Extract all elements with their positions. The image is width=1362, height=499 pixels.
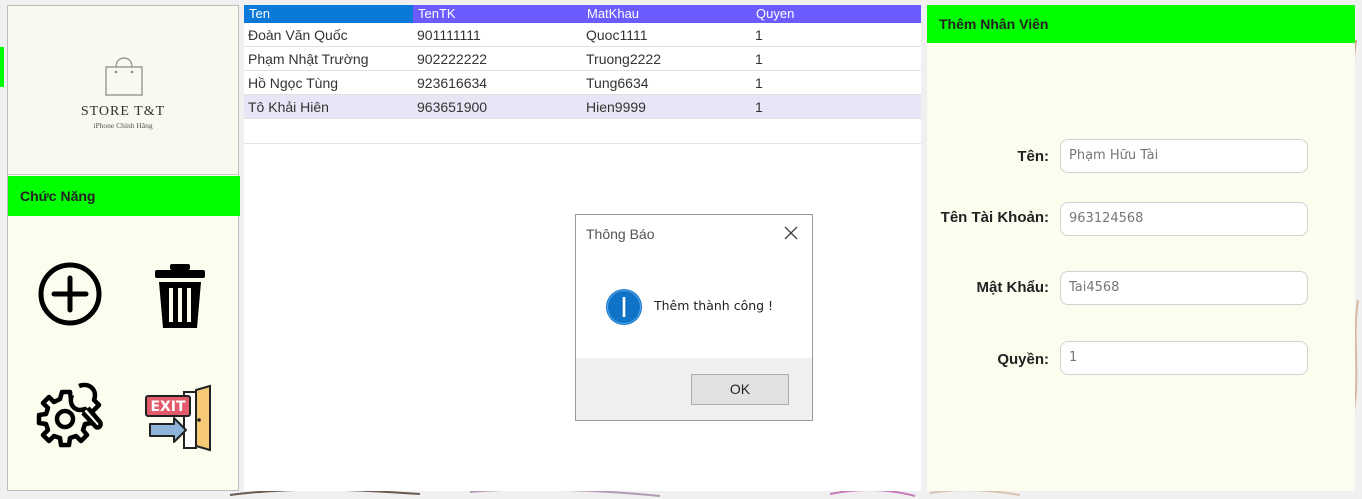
cell-tentk[interactable]: 901111111 (413, 23, 582, 47)
account-label: Tên Tài Khoản: (940, 209, 1049, 226)
cell-ten[interactable]: Tô Khải Hiên (244, 94, 413, 119)
table-row[interactable]: Phạm Nhật Trường 902222222 Truong2222 1 (244, 46, 921, 71)
role-input[interactable]: 1 (1060, 341, 1308, 375)
add-employee-header: Thêm Nhân Viên (927, 5, 1355, 43)
role-label: Quyền: (997, 351, 1049, 368)
grid-new-row[interactable] (244, 119, 921, 144)
close-icon (784, 226, 798, 240)
cell-tentk[interactable]: 902222222 (413, 46, 582, 71)
name-label: Tên: (1017, 148, 1049, 165)
cell-quyen[interactable]: 1 (751, 23, 921, 47)
dialog-footer: OK (576, 358, 812, 420)
delete-button[interactable] (142, 256, 218, 332)
cell-quyen[interactable]: 1 (751, 46, 921, 71)
store-subtitle: iPhone Chính Hãng (93, 121, 153, 130)
exit-door-icon: EXIT (145, 384, 211, 452)
left-panel: STORE T&T iPhone Chính Hãng Chức Năng EX… (7, 5, 240, 491)
cell-ten[interactable]: Phạm Nhật Trường (244, 46, 413, 71)
cell-matkhau[interactable]: Quoc1111 (582, 23, 751, 47)
store-title: STORE T&T (80, 104, 166, 119)
password-input[interactable]: Tai4568 (1060, 271, 1308, 305)
shopping-bag-icon (105, 57, 143, 96)
grid-header-row: Ten TenTK MatKhau Quyen (244, 5, 921, 23)
password-label: Mật Khẩu: (976, 279, 1050, 296)
add-button[interactable] (32, 256, 108, 332)
column-header-matkhau[interactable]: MatKhau (582, 5, 751, 23)
cell-tentk[interactable]: 963651900 (413, 94, 582, 119)
settings-button[interactable] (32, 378, 108, 454)
cell-tentk[interactable]: 923616634 (413, 70, 582, 95)
message-dialog: Thông Báo Thêm thành công ! OK (575, 214, 813, 421)
table-row[interactable]: Hồ Ngọc Tùng 923616634 Tung6634 1 (244, 70, 921, 95)
store-logo: STORE T&T iPhone Chính Hãng (8, 6, 238, 175)
settings-wrench-icon (36, 382, 103, 448)
column-header-ten[interactable]: Ten (244, 5, 413, 23)
svg-text:EXIT: EXIT (150, 399, 186, 415)
table-row-selected[interactable]: Tô Khải Hiên 963651900 Hien9999 1 (244, 94, 921, 119)
function-panel-header: Chức Năng (8, 176, 240, 216)
info-icon (606, 289, 642, 325)
cell-ten[interactable]: Đoàn Văn Quốc (244, 23, 413, 47)
close-button[interactable] (782, 224, 800, 242)
add-circle-icon (38, 262, 102, 326)
dialog-title: Thông Báo (586, 226, 655, 242)
cell-matkhau[interactable]: Hien9999 (582, 94, 751, 119)
column-header-tentk[interactable]: TenTK (413, 5, 582, 23)
cell-matkhau[interactable]: Tung6634 (582, 70, 751, 95)
cell-ten[interactable]: Hồ Ngọc Tùng (244, 70, 413, 95)
account-input[interactable]: 963124568 (1060, 202, 1308, 236)
name-input[interactable]: Phạm Hữu Tài (1060, 139, 1308, 173)
window-edge-accent (0, 47, 4, 87)
cell-quyen[interactable]: 1 (751, 94, 921, 119)
table-row[interactable]: Đoàn Văn Quốc 901111111 Quoc1111 1 (244, 23, 921, 47)
exit-button[interactable]: EXIT (144, 384, 220, 460)
add-employee-panel: Thêm Nhân Viên Tên: Phạm Hữu Tài Tên Tài… (927, 5, 1355, 491)
ok-button[interactable]: OK (691, 374, 789, 405)
cell-matkhau[interactable]: Truong2222 (582, 46, 751, 71)
trash-icon (155, 264, 205, 328)
cell-quyen[interactable]: 1 (751, 70, 921, 95)
dialog-message: Thêm thành công ! (654, 298, 774, 313)
column-header-quyen[interactable]: Quyen (751, 5, 921, 23)
